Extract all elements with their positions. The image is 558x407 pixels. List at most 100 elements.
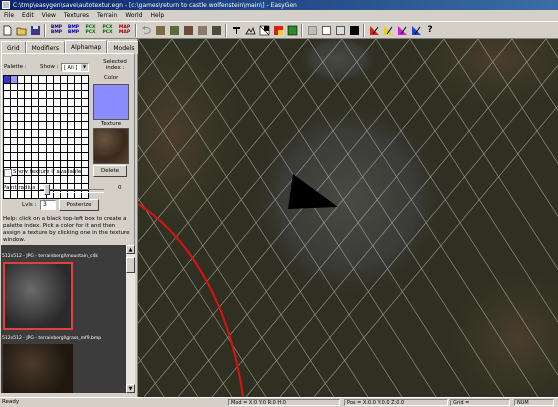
- palette-cell[interactable]: [46, 137, 53, 145]
- palette-cell[interactable]: [39, 76, 46, 83]
- palette-cell[interactable]: [60, 122, 67, 129]
- tab-alphamap[interactable]: Alphamap: [64, 40, 108, 54]
- palette-cell[interactable]: [60, 175, 67, 183]
- palette-cell[interactable]: [81, 99, 88, 106]
- grid-view-icon[interactable]: [258, 24, 270, 36]
- palette-cell[interactable]: [53, 99, 60, 106]
- palette-cell[interactable]: [74, 129, 81, 137]
- palette-cell[interactable]: [53, 129, 60, 137]
- palette-cell[interactable]: [67, 83, 74, 91]
- lvls-input[interactable]: 3: [40, 200, 56, 210]
- palette-cell[interactable]: [18, 175, 25, 183]
- palette-cell[interactable]: [60, 91, 67, 99]
- palette-cell[interactable]: [60, 99, 67, 106]
- palette-cell[interactable]: [67, 91, 74, 99]
- palette-cell[interactable]: [81, 91, 88, 99]
- frame-tool-2-icon[interactable]: [320, 24, 332, 36]
- palette-cell[interactable]: [67, 175, 74, 183]
- undo-icon[interactable]: [140, 24, 152, 36]
- palette-cell[interactable]: [32, 76, 39, 83]
- palette-cell[interactable]: [67, 106, 74, 114]
- palette-cell[interactable]: [11, 160, 18, 168]
- palette-cell[interactable]: [39, 145, 46, 152]
- palette-cell[interactable]: [74, 160, 81, 168]
- palette-cell[interactable]: [46, 76, 53, 83]
- palette-cell[interactable]: [53, 152, 60, 160]
- selected-color-swatch[interactable]: [93, 84, 129, 120]
- palette-cell[interactable]: [81, 145, 88, 152]
- palette-cell[interactable]: [18, 122, 25, 129]
- palette-cell[interactable]: [46, 114, 53, 122]
- palette-cell[interactable]: [67, 152, 74, 160]
- palette-cell[interactable]: [53, 175, 60, 183]
- palette-cell[interactable]: [32, 129, 39, 137]
- palette-cell[interactable]: [74, 175, 81, 183]
- palette-cell[interactable]: [39, 106, 46, 114]
- palette-cell[interactable]: [53, 106, 60, 114]
- palette-cell[interactable]: [81, 129, 88, 137]
- palette-cell[interactable]: [53, 145, 60, 152]
- palette-cell[interactable]: [60, 114, 67, 122]
- palette-cell[interactable]: [4, 99, 11, 106]
- palette-cell[interactable]: [25, 76, 32, 83]
- palette-cell[interactable]: [67, 122, 74, 129]
- palette-cell[interactable]: [32, 99, 39, 106]
- palette-cell[interactable]: [4, 83, 11, 91]
- pick-tool-icon[interactable]: [230, 24, 242, 36]
- paint-yellow-icon[interactable]: [382, 24, 394, 36]
- palette-cell[interactable]: [81, 76, 88, 83]
- palette-cell[interactable]: [53, 137, 60, 145]
- palette-cell[interactable]: [53, 114, 60, 122]
- palette-cell[interactable]: [67, 129, 74, 137]
- palette-cell[interactable]: [81, 137, 88, 145]
- delete-button[interactable]: Delete: [93, 165, 127, 177]
- palette-cell[interactable]: [53, 122, 60, 129]
- palette-cell[interactable]: [39, 137, 46, 145]
- palette-cell[interactable]: [18, 145, 25, 152]
- texture-list-scrollbar[interactable]: ▲ ▼: [126, 245, 135, 393]
- scroll-down-icon[interactable]: ▼: [126, 384, 135, 393]
- palette-cell[interactable]: [11, 129, 18, 137]
- palette-cell[interactable]: [11, 99, 18, 106]
- palette-cell[interactable]: [60, 137, 67, 145]
- black-swatch-icon[interactable]: [348, 24, 360, 36]
- palette-cell[interactable]: [81, 114, 88, 122]
- palette-cell[interactable]: [46, 175, 53, 183]
- show-select[interactable]: [ All ] ▼: [61, 63, 89, 72]
- scroll-thumb[interactable]: [126, 257, 135, 273]
- frame-tool-1-icon[interactable]: [306, 24, 318, 36]
- palette-cell[interactable]: [60, 160, 67, 168]
- import-bmp-button[interactable]: BMP BMP: [49, 24, 64, 36]
- texture-thumb-mountain[interactable]: [3, 262, 73, 330]
- palette-cell[interactable]: [67, 76, 74, 83]
- palette-cell[interactable]: [11, 145, 18, 152]
- palette-cell[interactable]: [11, 191, 18, 198]
- height-tool-icon[interactable]: [244, 24, 256, 36]
- palette-cell[interactable]: [4, 191, 11, 198]
- palette-cell[interactable]: [74, 145, 81, 152]
- palette-cell[interactable]: [53, 76, 60, 83]
- menu-view[interactable]: View: [38, 12, 60, 19]
- palette-cell[interactable]: [11, 152, 18, 160]
- selected-texture-swatch[interactable]: [93, 128, 129, 164]
- palette-cell[interactable]: [4, 152, 11, 160]
- palette-cell[interactable]: [74, 83, 81, 91]
- palette-cell[interactable]: [39, 152, 46, 160]
- palette-cell[interactable]: [4, 76, 11, 83]
- palette-cell[interactable]: [74, 137, 81, 145]
- palette-cell[interactable]: [46, 122, 53, 129]
- palette-cell[interactable]: [60, 106, 67, 114]
- scroll-up-icon[interactable]: ▲: [126, 245, 135, 254]
- palette-cell[interactable]: [46, 83, 53, 91]
- palette-cell[interactable]: [46, 145, 53, 152]
- palette-cell[interactable]: [18, 160, 25, 168]
- palette-cell[interactable]: [67, 137, 74, 145]
- texture-view-icon[interactable]: [286, 24, 298, 36]
- palette-cell[interactable]: [25, 83, 32, 91]
- menu-edit[interactable]: Edit: [18, 12, 38, 19]
- palette-cell[interactable]: [4, 122, 11, 129]
- palette-cell[interactable]: [60, 83, 67, 91]
- palette-cell[interactable]: [25, 160, 32, 168]
- palette-cell[interactable]: [11, 106, 18, 114]
- palette-cell[interactable]: [18, 83, 25, 91]
